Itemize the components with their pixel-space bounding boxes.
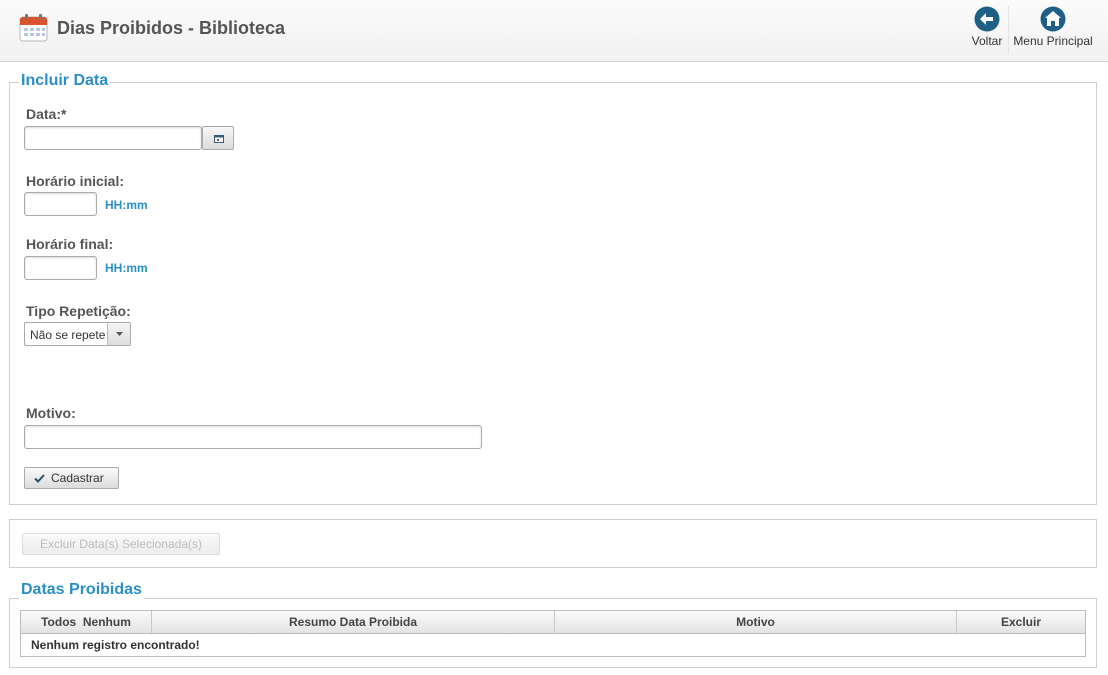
check-icon (34, 474, 45, 483)
page-title: Dias Proibidos - Biblioteca (57, 18, 286, 38)
date-picker-button[interactable] (202, 126, 234, 150)
reason-column-header: Motivo (736, 615, 775, 629)
main-menu-label: Menu Principal (1013, 34, 1093, 48)
end-time-hint: HH:mm (105, 261, 148, 275)
start-time-label: Horário inicial: (26, 173, 125, 189)
main-menu-button[interactable]: Menu Principal (1010, 6, 1096, 54)
start-time-hint: HH:mm (105, 198, 148, 212)
end-time-field[interactable] (24, 256, 97, 280)
back-button[interactable]: Voltar (967, 6, 1007, 54)
calendar-small-icon (214, 135, 224, 143)
submit-button[interactable]: Cadastrar (24, 467, 119, 489)
repeat-type-label: Tipo Repetição: (26, 303, 131, 319)
summary-column-header: Resumo Data Proibida (288, 615, 418, 629)
repeat-type-toggle[interactable] (107, 323, 130, 345)
repeat-type-value: Não se repete (30, 328, 106, 342)
select-none-link[interactable]: Nenhum (83, 615, 131, 629)
nav-divider (1008, 6, 1009, 54)
delete-column-header: Excluir (1000, 615, 1042, 629)
end-time-label: Horário final: (26, 236, 114, 252)
forbidden-dates-table: Todos Nenhum Resumo Data Proibida Motivo… (20, 610, 1086, 657)
delete-selected-button[interactable]: Excluir Data(s) Selecionada(s) (22, 533, 220, 555)
reason-label: Motivo: (26, 405, 76, 421)
date-field[interactable] (24, 126, 202, 150)
table-header: Todos Nenhum Resumo Data Proibida Motivo… (21, 611, 1085, 634)
include-date-legend: Incluir Data (19, 72, 111, 90)
dropdown-arrow-icon (116, 332, 123, 336)
repeat-type-select[interactable]: Não se repete (24, 322, 131, 346)
reason-field[interactable] (24, 425, 482, 449)
forbidden-dates-legend: Datas Proibidas (19, 581, 144, 599)
page-header: Dias Proibidos - Biblioteca Voltar Menu … (0, 0, 1108, 62)
select-header: Todos Nenhum (21, 611, 151, 633)
empty-message: Nenhum registro encontrado! (31, 638, 200, 652)
select-all-link[interactable]: Todos (41, 615, 76, 629)
start-time-field[interactable] (24, 192, 97, 216)
back-label: Voltar (971, 34, 1003, 48)
back-arrow-icon (974, 6, 1000, 32)
date-label: Data:* (26, 106, 67, 122)
calendar-icon (19, 14, 48, 42)
home-icon (1040, 6, 1066, 32)
submit-label: Cadastrar (51, 471, 104, 485)
